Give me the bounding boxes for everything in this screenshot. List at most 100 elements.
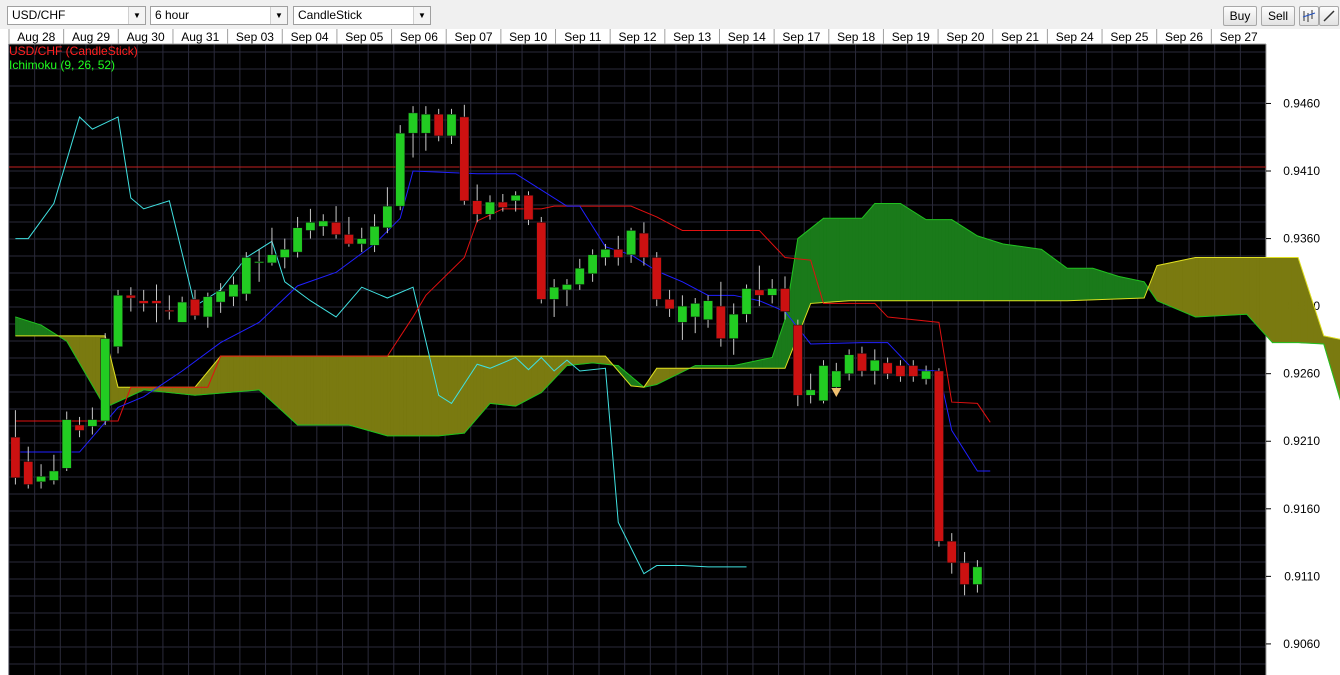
cloud-segment — [512, 355, 516, 407]
cloud-segment — [1175, 260, 1180, 311]
candle-body — [254, 261, 264, 264]
cloud-segment — [980, 236, 985, 302]
candle-body — [626, 230, 636, 256]
cloud-segment — [390, 355, 395, 437]
cloud-segment — [576, 355, 581, 365]
cloud-segment — [191, 386, 196, 396]
cloud-segment — [547, 355, 552, 387]
cloud-segment — [287, 355, 292, 420]
cloud-segment — [422, 355, 427, 437]
cloud-segment — [912, 211, 917, 302]
cloud-segment — [88, 335, 93, 387]
cloud-segment — [374, 355, 379, 434]
cloud-segment — [896, 203, 901, 302]
cloud-segment — [242, 355, 247, 392]
cloud-segment — [117, 386, 122, 403]
cloud-segment — [800, 232, 805, 328]
cloud-segment — [993, 240, 997, 302]
candle-body — [690, 303, 701, 318]
cloud-segment — [515, 355, 520, 407]
cloud-segment — [970, 231, 975, 302]
cloud-segment — [585, 355, 590, 364]
cloud-segment — [358, 355, 363, 430]
cloud-segment — [1034, 248, 1039, 302]
cloud-segment — [85, 335, 90, 381]
candle-body — [767, 288, 778, 296]
cloud-segment — [1249, 257, 1254, 323]
cloud-segment — [1060, 262, 1065, 302]
timeframe-select[interactable]: 6 hour ▼ — [150, 6, 288, 25]
date-label: Sep 18 — [837, 30, 875, 44]
cloud-segment — [1256, 257, 1260, 330]
cloud-segment — [329, 355, 334, 426]
cloud-segment — [1105, 271, 1110, 300]
candle-body — [459, 116, 470, 201]
cloud-segment — [233, 355, 237, 393]
cloud-segment — [399, 355, 404, 437]
candle-body — [395, 132, 406, 207]
cloud-segment — [239, 355, 244, 392]
cloud-segment — [989, 239, 994, 302]
symbol-select[interactable]: USD/CHF ▼ — [7, 6, 146, 25]
date-label: Sep 06 — [400, 30, 438, 44]
date-label: Sep 03 — [236, 30, 274, 44]
cloud-segment — [249, 355, 254, 392]
candle-body — [369, 226, 380, 246]
candle-body — [100, 338, 111, 422]
cloud-segment — [829, 218, 834, 303]
cloud-segment — [95, 335, 100, 398]
cloud-segment — [444, 355, 449, 436]
cloud-segment — [319, 355, 324, 426]
cloud-segment — [220, 355, 225, 394]
candle-body — [318, 220, 329, 227]
cloud-segment — [528, 355, 532, 400]
cloud-segment — [1156, 264, 1161, 303]
cloud-segment — [322, 355, 327, 426]
cloud-segment — [255, 355, 260, 391]
cloud-segment — [489, 355, 494, 405]
cloud-segment — [1057, 260, 1062, 302]
cloud-segment — [415, 355, 420, 437]
cloud-segment — [935, 219, 940, 302]
cloud-segment — [845, 218, 850, 302]
cloud-segment — [82, 335, 87, 376]
cloud-segment — [1185, 258, 1190, 315]
draw-line-icon — [1323, 10, 1335, 22]
cloud-segment — [855, 218, 860, 302]
cloud-segment — [932, 219, 937, 302]
candle-body — [49, 470, 59, 481]
cloud-segment — [1018, 245, 1023, 302]
cloud-segment — [1114, 274, 1119, 300]
cloud-segment — [996, 241, 1001, 302]
candle-body — [549, 286, 559, 300]
candle-body — [587, 254, 598, 274]
indicator-button[interactable] — [1299, 6, 1319, 26]
candle-body — [716, 305, 726, 339]
cloud-segment — [271, 355, 276, 406]
cloud-segment — [236, 355, 241, 393]
legend-indicator: Ichimoku (9, 26, 52) — [9, 58, 116, 72]
date-label: Aug 31 — [181, 30, 219, 44]
cloud-segment — [451, 355, 456, 435]
price-chart[interactable]: Aug 28 Aug 29 Aug 30 Aug 31 Sep 03 Sep 04 Sep … — [0, 29, 1340, 675]
cloud-segment — [656, 367, 661, 385]
cloud-segment — [441, 355, 446, 436]
draw-line-button[interactable] — [1319, 6, 1339, 26]
sell-button[interactable]: Sell — [1261, 6, 1295, 26]
cloud-segment — [406, 355, 411, 437]
buy-button[interactable]: Buy — [1223, 6, 1257, 26]
cloud-segment — [470, 355, 475, 427]
cloud-segment — [175, 386, 180, 394]
cloud-segment — [803, 230, 808, 320]
chart-type-select[interactable]: CandleStick ▼ — [293, 6, 431, 25]
cloud-segment — [582, 355, 587, 365]
cloud-segment — [1207, 257, 1212, 317]
cloud-segment — [435, 355, 439, 437]
candle-body — [241, 257, 252, 295]
cloud-segment — [172, 386, 177, 394]
cloud-segment — [832, 218, 837, 303]
cloud-segment — [877, 203, 882, 302]
cloud-segment — [1198, 257, 1203, 318]
candle-body — [510, 195, 521, 201]
cloud-segment — [1121, 276, 1126, 300]
